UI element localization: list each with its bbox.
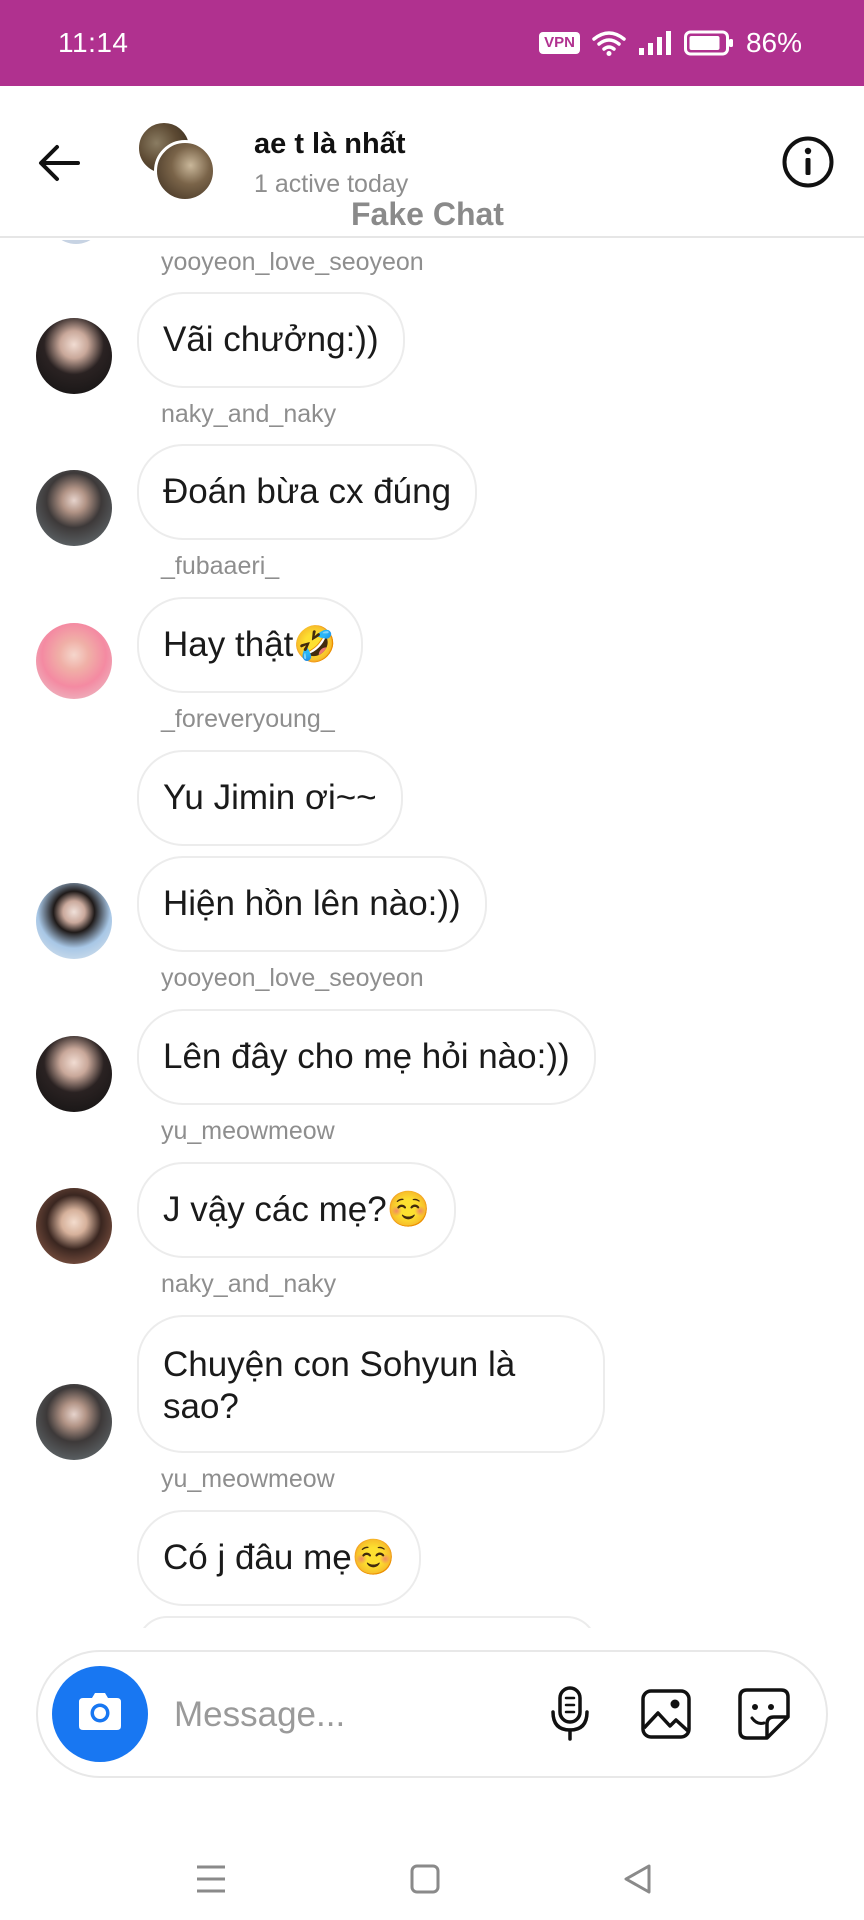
message-text: Chuyện con Sohyun là sao? (163, 1345, 516, 1426)
info-icon[interactable] (780, 134, 836, 190)
battery-percent: 86% (745, 27, 802, 58)
message-composer (36, 1650, 828, 1778)
message-bubble[interactable]: Yu Jimin ơi~~ (137, 750, 403, 846)
camera-button[interactable] (52, 1666, 148, 1762)
gallery-icon[interactable] (636, 1684, 696, 1744)
watermark: Fake Chat (351, 196, 504, 232)
avatar[interactable] (36, 1384, 112, 1460)
message-bubble[interactable]: Hay thật🤣 (137, 597, 363, 693)
sender-name: yooyeon_love_seoyeon (161, 964, 424, 992)
back-arrow-icon[interactable] (34, 138, 84, 188)
avatar[interactable] (36, 623, 112, 699)
microphone-icon[interactable] (540, 1684, 600, 1744)
avatar[interactable] (36, 470, 112, 546)
menu-icon[interactable] (186, 1854, 236, 1904)
sender-name: _fubaaeri_ (161, 552, 280, 580)
home-icon[interactable] (400, 1854, 450, 1904)
message-text: Vãi chưởng:)) (163, 320, 379, 359)
message-bubble[interactable]: Chuyện con Sohyun là sao? (137, 1315, 605, 1453)
active-status: 1 active today (254, 170, 409, 198)
chat-header: ae t là nhất 1 active today Fake Chat (0, 86, 864, 238)
message-text: Đoán bừa cx đúng (163, 472, 452, 511)
message-bubble[interactable]: Có j đâu mẹ☺️ (137, 1510, 422, 1606)
message-bubble[interactable]: Đoán bừa cx đúng (137, 444, 478, 540)
message-input[interactable] (174, 1686, 474, 1744)
chat-title[interactable]: ae t là nhất (254, 128, 406, 161)
sender-name: yooyeon_love_seoyeon (161, 248, 424, 276)
message-text: Có j đâu mẹ☺️ (163, 1538, 396, 1577)
avatar[interactable] (36, 318, 112, 394)
avatar (48, 240, 104, 244)
nav-back-icon[interactable] (612, 1854, 662, 1904)
status-bar: 11:14 VPN 86% (0, 0, 864, 86)
signal-icon (638, 30, 672, 56)
sender-name: naky_and_naky (161, 400, 337, 428)
avatar[interactable] (36, 1188, 112, 1264)
message-bubble[interactable]: Vãi chưởng:)) (137, 292, 405, 388)
message-text: Yu Jimin ơi~~ (163, 778, 377, 817)
group-avatar-photo-2 (154, 140, 216, 202)
message-bubble[interactable]: Lên đây cho mẹ hỏi nào:)) (137, 1009, 596, 1105)
status-time: 11:14 (58, 27, 129, 58)
message-text: Hiện hồn lên nào:)) (163, 884, 461, 923)
group-avatar[interactable] (136, 120, 218, 202)
sender-name: yu_meowmeow (161, 1465, 335, 1493)
sender-name: yu_meowmeow (161, 1117, 335, 1145)
sticker-icon[interactable] (734, 1684, 794, 1744)
message-bubble[interactable]: Hiện hồn lên nào:)) (137, 856, 487, 952)
message-text: Lên đây cho mẹ hỏi nào:)) (163, 1037, 570, 1076)
system-nav-bar (0, 1810, 864, 1920)
vpn-badge: VPN (539, 32, 580, 54)
status-icons: VPN 86% (539, 27, 802, 59)
avatar[interactable] (36, 1036, 112, 1112)
camera-icon (77, 1692, 123, 1737)
avatar[interactable] (36, 883, 112, 959)
message-text: Hay thật🤣 (163, 625, 337, 664)
sender-name: _foreveryoung_ (161, 705, 335, 733)
message-text: J vậy các mẹ?☺️ (163, 1190, 431, 1229)
message-bubble[interactable]: J vậy các mẹ?☺️ (137, 1162, 457, 1258)
message-list[interactable]: yooyeon_love_seoyeon Vãi chưởng:)) naky_… (0, 240, 864, 1628)
battery-icon (683, 30, 734, 56)
app-root: 11:14 VPN 86% ae t là nhất 1 active toda… (0, 0, 864, 1920)
wifi-icon (592, 30, 626, 56)
sender-name: naky_and_naky (161, 1270, 337, 1298)
message-bubble[interactable] (137, 1616, 597, 1628)
